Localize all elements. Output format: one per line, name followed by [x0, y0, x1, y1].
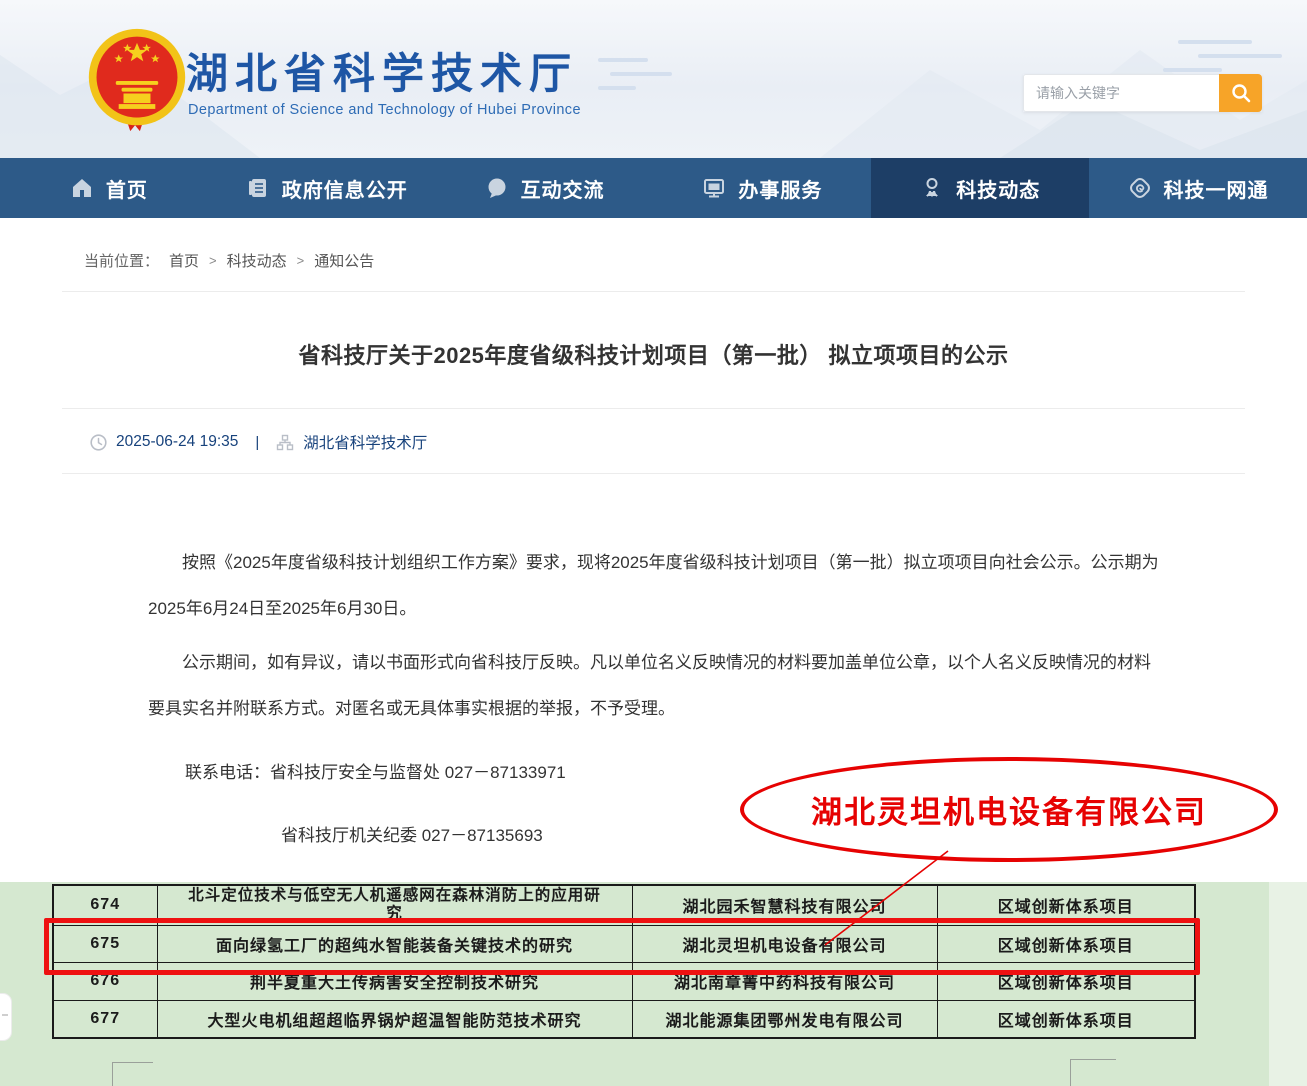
cell-company: 湖北能源集团鄂州发电有限公司 — [632, 1000, 937, 1038]
divider — [62, 408, 1245, 409]
nav-item-sci-tech-news[interactable]: 科技动态 — [871, 158, 1089, 218]
annotated-company-name: 湖北灵坦机电设备有限公司 — [811, 787, 1207, 832]
breadcrumb-item-notices[interactable]: 通知公告 — [314, 250, 374, 271]
cell-project-title: 面向绿氢工厂的超纯水智能装备关键技术的研究 — [157, 925, 632, 962]
page: 湖北省科学技术厅 Department of Science and Techn… — [0, 0, 1307, 1086]
breadcrumb-separator: > — [297, 253, 305, 268]
cell-project-number: 676 — [53, 962, 157, 1000]
publish-date: 2025-06-24 19:35 — [116, 433, 238, 451]
nav-item-home[interactable]: 首页 — [0, 158, 218, 218]
cell-project-number: 675 — [53, 925, 157, 962]
nav-item-label: 科技一网通 — [1164, 174, 1269, 203]
paragraph: 公示期间，如有异议，请以书面形式向省科技厅反映。凡以单位名义反映情况的材料要加盖… — [148, 640, 1167, 732]
site-title: 湖北省科学技术厅 — [186, 40, 578, 101]
home-icon — [70, 176, 94, 200]
site-banner: 湖北省科学技术厅 Department of Science and Techn… — [0, 0, 1307, 158]
divider — [62, 291, 1245, 292]
nav-item-interaction[interactable]: 互动交流 — [436, 158, 654, 218]
monitor-icon — [702, 176, 726, 200]
table-row: 674 北斗定位技术与低空无人机遥感网在森林消防上的应用研究 湖北园禾智慧科技有… — [53, 885, 1195, 925]
network-swirl-icon — [1128, 176, 1152, 200]
source-sitemap-icon — [276, 434, 294, 451]
nav-item-one-network[interactable]: 科技一网通 — [1089, 158, 1307, 218]
cell-project-number: 674 — [53, 885, 157, 925]
search-icon — [1230, 82, 1252, 104]
breadcrumb-separator: > — [209, 253, 217, 268]
breadcrumb-item-news[interactable]: 科技动态 — [227, 250, 287, 271]
main-nav: 首页 政府信息公开 互动交流 — [0, 158, 1307, 218]
nav-item-label: 办事服务 — [738, 174, 822, 203]
article-meta: 2025-06-24 19:35 | 湖北省科学技术厅 — [90, 431, 1242, 453]
nav-item-gov-info[interactable]: 政府信息公开 — [218, 158, 436, 218]
company-annotation-ellipse: 湖北灵坦机电设备有限公司 — [740, 757, 1278, 862]
paragraph: 按照《2025年度省级科技计划组织工作方案》要求，现将2025年度省级科技计划项… — [148, 540, 1167, 632]
cell-company: 湖北园禾智慧科技有限公司 — [632, 885, 937, 925]
nav-item-label: 首页 — [106, 174, 148, 203]
site-subtitle: Department of Science and Technology of … — [188, 102, 581, 118]
cell-project-number: 677 — [53, 1000, 157, 1038]
meta-separator: | — [255, 434, 259, 451]
cell-project-title: 北斗定位技术与低空无人机遥感网在森林消防上的应用研究 — [157, 885, 632, 925]
breadcrumb-label: 当前位置： — [84, 250, 159, 271]
chat-icon — [485, 176, 509, 200]
article-source: 湖北省科学技术厅 — [303, 431, 427, 453]
side-floating-widget[interactable] — [0, 993, 12, 1041]
table-row: 676 荆半夏重大土传病害安全控制技术研究 湖北南章菁中药科技有限公司 区域创新… — [53, 962, 1195, 1000]
cell-company: 湖北灵坦机电设备有限公司 — [632, 925, 937, 962]
search-button[interactable] — [1219, 74, 1262, 112]
right-light-strip — [1269, 882, 1307, 1086]
document-icon — [246, 176, 270, 200]
project-table: 674 北斗定位技术与低空无人机遥感网在森林消防上的应用研究 湖北园禾智慧科技有… — [52, 884, 1196, 1039]
table-row: 677 大型火电机组超超临界锅炉超温智能防范技术研究 湖北能源集团鄂州发电有限公… — [53, 1000, 1195, 1038]
search-bar — [1023, 74, 1262, 112]
cell-project-type: 区域创新体系项目 — [937, 925, 1195, 962]
nav-item-services[interactable]: 办事服务 — [653, 158, 871, 218]
cell-project-type: 区域创新体系项目 — [937, 962, 1195, 1000]
cell-project-title: 荆半夏重大土传病害安全控制技术研究 — [157, 962, 632, 1000]
nav-item-label: 互动交流 — [521, 174, 605, 203]
article-body: 按照《2025年度省级科技计划组织工作方案》要求，现将2025年度省级科技计划项… — [148, 540, 1167, 732]
nav-item-label: 科技动态 — [956, 174, 1040, 203]
article-title: 省科技厅关于2025年度省级科技计划项目（第一批） 拟立项项目的公示 — [65, 338, 1242, 370]
national-emblem-logo[interactable] — [84, 26, 190, 134]
breadcrumb-item-home[interactable]: 首页 — [169, 250, 199, 271]
divider — [62, 473, 1245, 474]
clock-icon — [90, 434, 107, 451]
cell-company: 湖北南章菁中药科技有限公司 — [632, 962, 937, 1000]
nav-item-label: 政府信息公开 — [282, 174, 408, 203]
cell-project-type: 区域创新体系项目 — [937, 885, 1195, 925]
table-row-highlighted: 675 面向绿氢工厂的超纯水智能装备关键技术的研究 湖北灵坦机电设备有限公司 区… — [53, 925, 1195, 962]
crop-corner-mark-right — [1070, 1059, 1116, 1086]
crop-corner-mark-left — [112, 1062, 153, 1086]
breadcrumb: 当前位置： 首页 > 科技动态 > 通知公告 — [0, 218, 1307, 271]
search-input[interactable] — [1023, 74, 1219, 112]
person-badge-icon — [920, 176, 944, 200]
table-screenshot-region: 674 北斗定位技术与低空无人机遥感网在森林消防上的应用研究 湖北园禾智慧科技有… — [0, 882, 1307, 1086]
cell-project-type: 区域创新体系项目 — [937, 1000, 1195, 1038]
cell-project-title: 大型火电机组超超临界锅炉超温智能防范技术研究 — [157, 1000, 632, 1038]
